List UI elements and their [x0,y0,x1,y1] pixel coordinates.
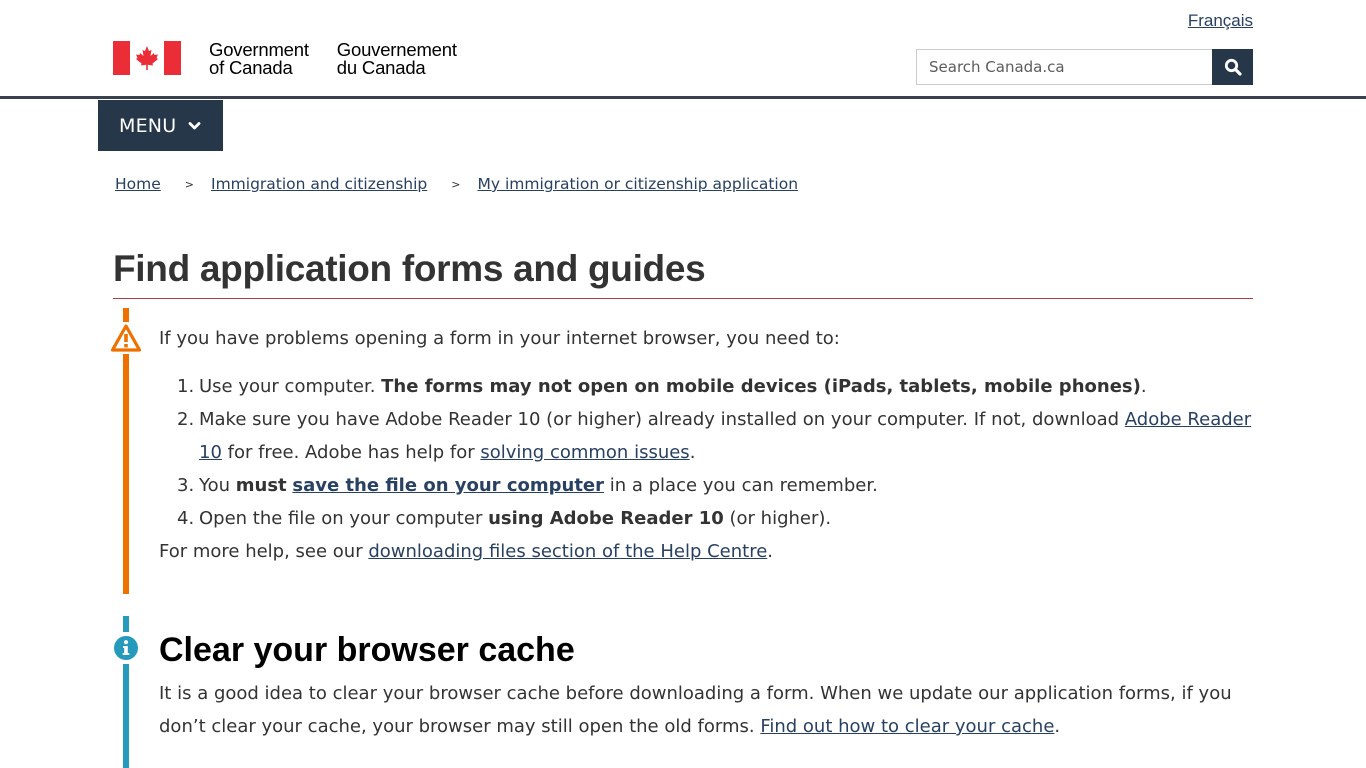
main-menu-button[interactable]: MENU [98,100,223,151]
step-item: Use your computer. The forms may not ope… [177,370,1147,403]
site-search [916,49,1253,85]
clear-cache-heading: Clear your browser cache [159,631,575,669]
warning-alert-body: If you have problems opening a form in y… [159,322,1253,568]
canada-flag-icon [113,41,181,75]
info-alert-body: Clear your browser cache It is a good id… [159,628,1253,743]
search-icon [1224,58,1242,76]
help-centre-link[interactable]: downloading files section of the Help Ce… [368,541,767,562]
signature-french: Gouvernement du Canada [336,40,457,78]
breadcrumb-separator: > [451,177,461,191]
clear-cache-text: It is a good idea to clear your browser … [159,683,1232,737]
signature-fr-line2: du Canada [336,57,426,78]
step-item: Make sure you have Adobe Reader 10 (or h… [177,403,1252,463]
menu-label: MENU [119,114,177,137]
step-item: You must save the file on your computer … [177,469,878,502]
save-file-link[interactable]: save the file on your computer [292,475,604,496]
info-icon [110,632,142,664]
steps-list: Use your computer. The forms may not ope… [177,370,1253,535]
site-header: Français Government of Canada Gouverneme… [0,0,1366,99]
signature-en-line2: of Canada [209,57,293,78]
warning-intro: If you have problems opening a form in y… [159,328,840,349]
help-centre-text: For more help, see our downloading files… [159,541,774,562]
warning-triangle-icon [110,322,142,354]
language-toggle-link[interactable]: Français [1188,11,1253,31]
breadcrumb-separator: > [184,177,194,191]
step-item: Open the file on your computer using Ado… [177,502,832,535]
government-signature[interactable]: Government of Canada Gouvernement du Can… [113,40,457,78]
page-title: Find application forms and guides [113,248,706,289]
signature-english: Government of Canada [209,40,309,78]
breadcrumb: Home > Immigration and citizenship > My … [115,175,798,193]
breadcrumb-my-application[interactable]: My immigration or citizenship applicatio… [477,175,798,193]
title-divider [113,298,1253,299]
search-button[interactable] [1212,49,1253,85]
chevron-down-icon [188,121,201,131]
breadcrumb-immigration-citizenship[interactable]: Immigration and citizenship [211,175,427,193]
search-input[interactable] [916,49,1212,85]
clear-cache-link[interactable]: Find out how to clear your cache [760,716,1054,737]
warning-alert: If you have problems opening a form in y… [110,308,1253,594]
info-alert: Clear your browser cache It is a good id… [110,616,1253,768]
breadcrumb-home[interactable]: Home [115,175,161,193]
solving-common-issues-link[interactable]: solving common issues [480,442,689,463]
